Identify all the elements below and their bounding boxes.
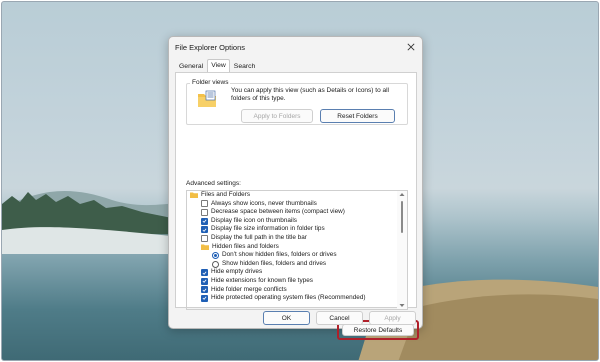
setting-label: Decrease space between items (compact vi…	[211, 208, 345, 216]
cancel-button[interactable]: Cancel	[316, 311, 363, 325]
checkbox-checked[interactable]	[201, 269, 208, 277]
setting-row[interactable]: Hide protected operating system files (R…	[187, 294, 397, 303]
restore-defaults-button[interactable]: Restore Defaults	[342, 324, 414, 336]
folder-views-icon	[198, 90, 216, 107]
radio-selected[interactable]	[212, 251, 219, 259]
close-icon	[407, 43, 415, 51]
folder-views-description: You can apply this view (such as Details…	[231, 87, 390, 102]
setting-row[interactable]: Don't show hidden files, folders or driv…	[187, 251, 397, 260]
checkbox-checked[interactable]	[201, 217, 208, 225]
setting-label: Display file size information in folder …	[211, 225, 325, 233]
checkbox-unchecked[interactable]	[201, 200, 208, 208]
setting-row: Hidden files and folders	[187, 243, 397, 252]
setting-row[interactable]: Display file size information in folder …	[187, 225, 397, 234]
setting-label: Show hidden files, folders and drives	[222, 259, 327, 267]
setting-label: Don't show hidden files, folders or driv…	[222, 251, 337, 259]
setting-row[interactable]: Display file icon on thumbnails	[187, 217, 397, 226]
radio-unselected[interactable]	[212, 260, 219, 268]
setting-label: Display the full path in the title bar	[211, 233, 307, 241]
folder-icon	[190, 192, 198, 199]
tab-view[interactable]: View	[207, 59, 230, 73]
setting-label: Files and Folders	[201, 191, 251, 198]
checkmark-icon	[202, 279, 207, 284]
ok-button[interactable]: OK	[263, 311, 310, 325]
apply-button[interactable]: Apply	[369, 311, 416, 325]
title-bar[interactable]: File Explorer Options	[169, 37, 422, 57]
setting-label: Display file icon on thumbnails	[211, 216, 297, 224]
advanced-settings-list: Files and Folders Always show icons, neve…	[187, 191, 397, 303]
advanced-settings-tree[interactable]: Files and Folders Always show icons, neve…	[186, 190, 408, 310]
setting-row[interactable]: Decrease space between items (compact vi…	[187, 208, 397, 217]
checkbox-unchecked[interactable]	[201, 234, 208, 242]
checkmark-icon	[202, 219, 207, 223]
setting-label: Always show icons, never thumbnails	[211, 199, 317, 207]
view-tab-panel: Folder views You can apply this view (su…	[175, 72, 419, 340]
dialog-title: File Explorer Options	[175, 43, 246, 52]
setting-row[interactable]: Hide empty drives	[187, 268, 397, 277]
folder-icon	[201, 244, 209, 250]
setting-row[interactable]: Show hidden files, folders and drives	[187, 260, 397, 269]
folder-views-group: Folder views You can apply this view (su…	[186, 79, 408, 125]
scroll-down-icon[interactable]	[399, 303, 405, 308]
setting-row[interactable]: Display the full path in the title bar	[187, 234, 397, 243]
close-button[interactable]	[404, 40, 418, 54]
trees-graphic	[2, 192, 172, 254]
setting-row[interactable]: Always show icons, never thumbnails	[187, 200, 397, 209]
checkmark-icon	[202, 271, 207, 275]
checkbox-checked[interactable]	[201, 226, 208, 234]
checkbox-checked[interactable]	[201, 294, 208, 302]
scroll-up-icon[interactable]	[399, 192, 405, 197]
reset-folders-button[interactable]: Reset Folders	[320, 109, 395, 123]
setting-label: Hidden files and folders	[212, 242, 279, 250]
scrollbar-thumb[interactable]	[401, 201, 403, 233]
setting-label: Hide folder merge conflicts	[211, 285, 287, 293]
checkmark-icon	[202, 288, 207, 292]
checkbox-checked[interactable]	[201, 277, 208, 285]
vertical-scrollbar[interactable]	[397, 191, 407, 309]
setting-label: Hide extensions for known file types	[211, 276, 313, 284]
advanced-settings-label: Advanced settings:	[186, 180, 241, 187]
setting-row[interactable]: Hide extensions for known file types	[187, 277, 397, 286]
setting-label: Hide protected operating system files (R…	[211, 294, 366, 302]
checkmark-icon	[202, 296, 207, 301]
setting-label: Hide empty drives	[211, 268, 263, 276]
file-explorer-options-dialog: File Explorer Options General View Searc…	[168, 36, 423, 340]
checkbox-checked[interactable]	[201, 286, 208, 294]
checkbox-unchecked[interactable]	[201, 208, 208, 216]
apply-to-folders-button[interactable]: Apply to Folders	[241, 109, 313, 123]
setting-row: Files and Folders	[187, 191, 397, 200]
folder-views-legend: Folder views	[190, 79, 231, 86]
checkmark-icon	[202, 228, 207, 232]
setting-row[interactable]: Hide folder merge conflicts	[187, 286, 397, 295]
